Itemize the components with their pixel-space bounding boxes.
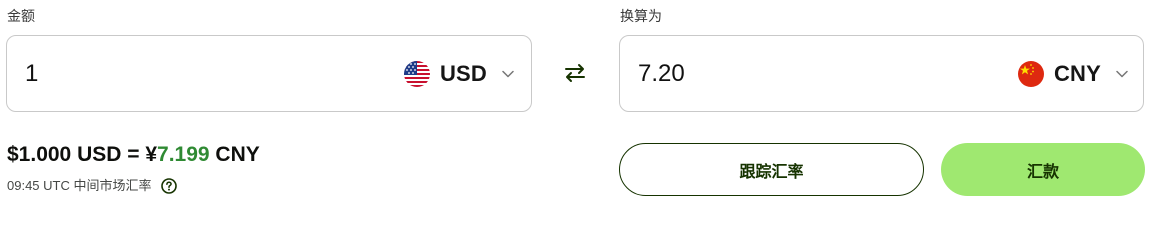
us-flag-icon — [403, 61, 430, 87]
swap-currencies-button[interactable] — [558, 58, 592, 92]
target-currency-select[interactable]: CNY — [1017, 58, 1129, 90]
currency-converter: 金额 换算为 1 USD 7.20 CNY $1.000 USD = ¥7.19… — [0, 0, 1156, 204]
rate-prefix: $1.000 USD = ¥ — [7, 143, 158, 166]
rate-meta-text: 09:45 UTC 中间市场汇率 — [7, 178, 152, 193]
chevron-down-icon — [1115, 67, 1129, 81]
converted-amount-field[interactable]: CNY — [619, 35, 1144, 112]
rate-value: 7.199 — [157, 143, 210, 166]
send-money-button[interactable]: 汇款 — [941, 143, 1145, 196]
source-currency-select[interactable]: USD — [403, 58, 515, 90]
source-currency-code: USD — [439, 61, 487, 86]
rate-timestamp: 09:45 UTC 中间市场汇率 — [7, 177, 178, 195]
exchange-rate-text: $1.000 USD = ¥7.199 CNY — [7, 142, 260, 168]
help-icon[interactable] — [161, 178, 178, 194]
target-currency-code: CNY — [1053, 61, 1101, 86]
converted-amount-label: 换算为 — [620, 8, 662, 24]
track-rate-button[interactable]: 跟踪汇率 — [619, 143, 924, 196]
chevron-down-icon — [501, 67, 515, 81]
rate-suffix: CNY — [209, 143, 260, 166]
amount-label: 金额 — [7, 8, 35, 24]
swap-arrows-icon — [564, 63, 586, 88]
cn-flag-icon — [1017, 61, 1044, 87]
amount-field[interactable]: USD — [6, 35, 532, 112]
amount-input[interactable] — [25, 60, 325, 88]
converted-amount-input[interactable] — [638, 60, 938, 88]
